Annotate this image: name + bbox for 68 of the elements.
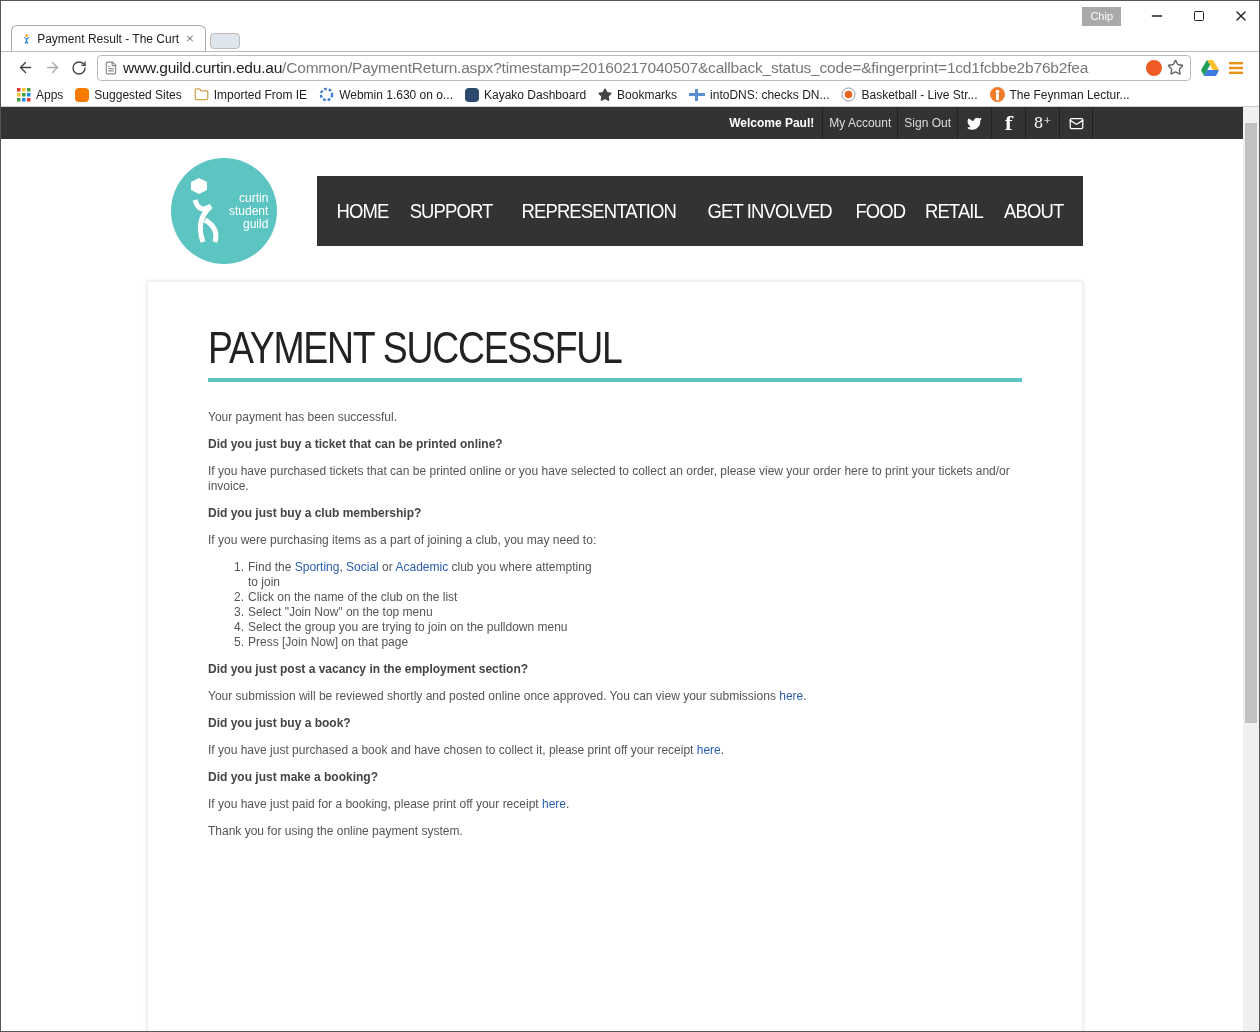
grid-icon: [17, 87, 31, 102]
body-text: If you have just paid for a booking, please print off your receipt here.: [208, 797, 571, 812]
bird-icon: [967, 115, 982, 131]
bookmark-link[interactable]: Kayako Dashboard: [484, 85, 587, 104]
maximize-icon[interactable]: [1193, 10, 1205, 23]
nav-link[interactable]: ABOUT: [1003, 195, 1063, 227]
list-number: 3.: [233, 605, 244, 620]
text-link[interactable]: Social: [346, 560, 379, 574]
body-text: If you were purchasing items as a part of joining a club, you may need to:: [208, 533, 598, 548]
drive-icon[interactable]: [1201, 59, 1219, 76]
list-number: 4.: [233, 620, 244, 635]
nav-link[interactable]: SUPPORT: [410, 195, 493, 227]
nav-link[interactable]: HOME: [336, 195, 389, 227]
list-item-text: Select "Join Now" on the top menu: [248, 605, 433, 620]
text-link[interactable]: here: [696, 743, 721, 757]
list-item-text: Press [Join Now] on that page: [248, 635, 409, 650]
logo-text: curtin: [239, 191, 269, 205]
bookmark-link[interactable]: Webmin 1.630 on o...: [339, 85, 453, 104]
bookmark-link[interactable]: intoDNS: checks DN...: [710, 85, 830, 104]
body-text: If you have just purchased a book and have chosen to collect it, please print off your receipt here.: [208, 743, 726, 758]
nav-link[interactable]: RETAIL: [925, 195, 984, 227]
bookmark-link[interactable]: Basketball - Live Str...: [861, 85, 978, 104]
question-heading: Did you just buy a club membership?: [208, 506, 423, 521]
scroll-thumb[interactable]: [1245, 123, 1257, 723]
bookmark-link[interactable]: The Feynman Lectur...: [1009, 85, 1130, 104]
body-text: Your submission will be reviewed shortly and posted online once approved. You can view your submissions here.: [208, 689, 808, 704]
welcome-text: Welcome Paul!: [728, 115, 816, 132]
logo-text: guild: [243, 217, 269, 231]
bookmark-link[interactable]: Apps: [36, 85, 64, 104]
text-link[interactable]: here: [542, 797, 566, 811]
folder-icon: [193, 87, 209, 102]
question-heading: Did you just post a vacancy in the employment section?: [208, 662, 530, 677]
address-field[interactable]: www.guild.curtin.edu.au/Common/PaymentReturn.aspx?timestamp=20160217040507&callback_status_code=&fingerprint=1cd1fcbbe2b76b2fea: [97, 54, 1191, 81]
body-text: Your payment has been successful.: [208, 410, 398, 425]
question-heading: Did you just buy a ticket that can be printed online?: [208, 437, 504, 452]
question-heading: Did you just buy a book?: [208, 716, 352, 731]
list-number: 2.: [233, 590, 244, 605]
target-icon: [841, 87, 857, 102]
network-icon: [689, 88, 706, 101]
logo-text: student: [229, 204, 269, 218]
tab-title: Payment Result - The Curt: [37, 30, 180, 48]
star-icon: [598, 87, 613, 102]
nav-link[interactable]: FOOD: [855, 195, 906, 227]
body-text: Thank you for using the online payment system.: [208, 824, 464, 839]
page-icon: [104, 60, 118, 75]
browser-tab[interactable]: Payment Result - The Curt: [11, 25, 206, 51]
mail-icon: [1068, 115, 1084, 131]
reload-icon[interactable]: [71, 59, 87, 76]
bookmark-link[interactable]: Imported From IE: [213, 85, 308, 104]
body-text: If you have purchased tickets that can be printed online or you have selected to collect an order, please view your order here to print your tickets and/or invoice.: [208, 464, 1011, 494]
back-icon[interactable]: [17, 59, 34, 76]
nav-link[interactable]: GET INVOLVED: [707, 195, 832, 227]
list-number: 5.: [233, 635, 244, 650]
bookmark-link[interactable]: Bookmarks: [617, 85, 678, 104]
letter-tile-icon: [465, 87, 479, 102]
scrollbar[interactable]: [1243, 107, 1259, 1031]
extension-icon[interactable]: [1146, 59, 1162, 76]
page-heading: PAYMENT SUCCESSFUL: [208, 322, 623, 374]
list-item-text: Click on the name of the club on the list: [248, 590, 458, 605]
bookmark-link[interactable]: Suggested Sites: [94, 85, 182, 104]
question-heading: Did you just make a booking?: [208, 770, 380, 785]
nav-link[interactable]: REPRESENTATION: [521, 195, 676, 227]
url-text: www.guild.curtin.edu.au/Common/PaymentReturn.aspx?timestamp=20160217040507&callback_status_code=&fingerprint=1cd1fcbbe2b76b2fea: [123, 57, 1089, 78]
text-link[interactable]: Academic: [395, 560, 449, 574]
list-item-text: Find the Sporting, Social or Academic club you where attempting to join: [248, 560, 593, 590]
bookmark-star-icon[interactable]: [1167, 59, 1184, 76]
list-item-text: Select the group you are trying to join on the pulldown menu: [248, 620, 568, 635]
list-number: 1.: [233, 560, 244, 576]
